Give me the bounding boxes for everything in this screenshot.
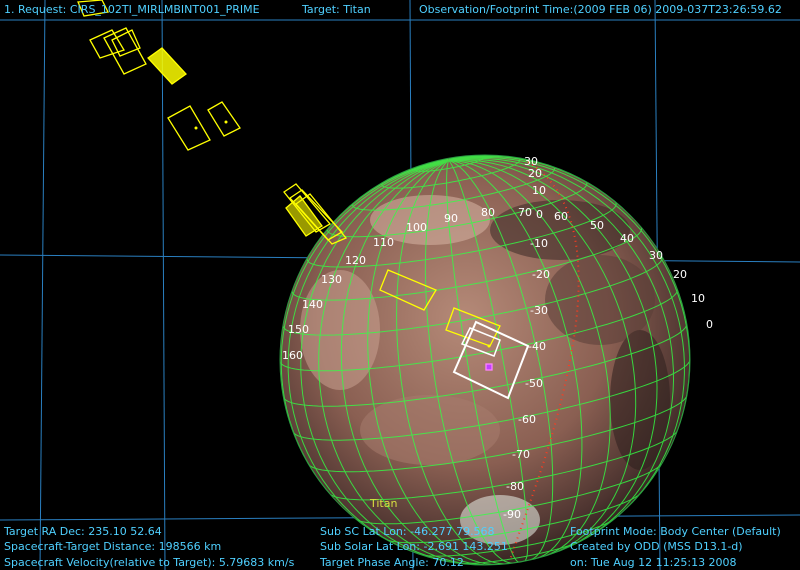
- sub-solar-label: Sub Solar Lat Lon: -2.691 143.251: [320, 540, 508, 553]
- lon-label-10: 10: [691, 292, 705, 305]
- target-body-label: Titan: [370, 497, 398, 510]
- lon-label-120: 120: [345, 254, 366, 267]
- lon-label-70: 70: [518, 206, 532, 219]
- lon-label-160: 160: [282, 349, 303, 362]
- ra-dec-label: Target RA Dec: 235.10 52.64: [4, 525, 162, 538]
- lat-label--50: -50: [525, 377, 543, 390]
- lon-label-0: 0: [706, 318, 713, 331]
- lat-label--30: -30: [530, 304, 548, 317]
- distance-label: Spacecraft-Target Distance: 198566 km: [4, 540, 222, 553]
- lon-label-80: 80: [481, 206, 495, 219]
- lat-label-10: 10: [532, 184, 546, 197]
- lon-label-20: 20: [673, 268, 687, 281]
- lon-label-30: 30: [649, 249, 663, 262]
- lon-label-90: 90: [444, 212, 458, 225]
- lon-label-40: 40: [620, 232, 634, 245]
- lon-label-130: 130: [321, 273, 342, 286]
- lat-label--40: -40: [528, 340, 546, 353]
- lon-label-110: 110: [373, 236, 394, 249]
- observation-time: Observation/Footprint Time:(2009 FEB 06)…: [419, 3, 782, 16]
- lat-label--80: -80: [506, 480, 524, 493]
- lon-label-150: 150: [288, 323, 309, 336]
- target-label: Target: Titan: [302, 3, 371, 16]
- created-by-label: Created by ODD (MSS D13.1-d): [570, 540, 743, 553]
- subsc-marker: [485, 363, 493, 371]
- lat-label-20: 20: [528, 167, 542, 180]
- velocity-label: Spacecraft Velocity(relative to Target):…: [4, 556, 295, 569]
- lon-label-100: 100: [406, 221, 427, 234]
- phase-angle-label: Target Phase Angle: 70.12: [320, 556, 464, 569]
- lon-label-50: 50: [590, 219, 604, 232]
- lon-label-60: 60: [554, 210, 568, 223]
- request-label: 1. Request: CIRS_102TI_MIRLMBINT001_PRIM…: [4, 3, 260, 16]
- created-date-label: on: Tue Aug 12 11:25:13 2008: [570, 556, 737, 569]
- lat-label--70: -70: [512, 448, 530, 461]
- scene-canvas: [0, 0, 800, 570]
- lat-label--90: -90: [503, 508, 521, 521]
- sub-sc-label: Sub SC Lat Lon: -46.277 79.568: [320, 525, 495, 538]
- lat-label-0: 0: [536, 208, 543, 221]
- observation-viewer: 1. Request: CIRS_102TI_MIRLMBINT001_PRIM…: [0, 0, 800, 570]
- lat-label--10: -10: [530, 237, 548, 250]
- lat-label--60: -60: [518, 413, 536, 426]
- lat-label--20: -20: [532, 268, 550, 281]
- footprint-mode-label: Footprint Mode: Body Center (Default): [570, 525, 781, 538]
- lon-label-140: 140: [302, 298, 323, 311]
